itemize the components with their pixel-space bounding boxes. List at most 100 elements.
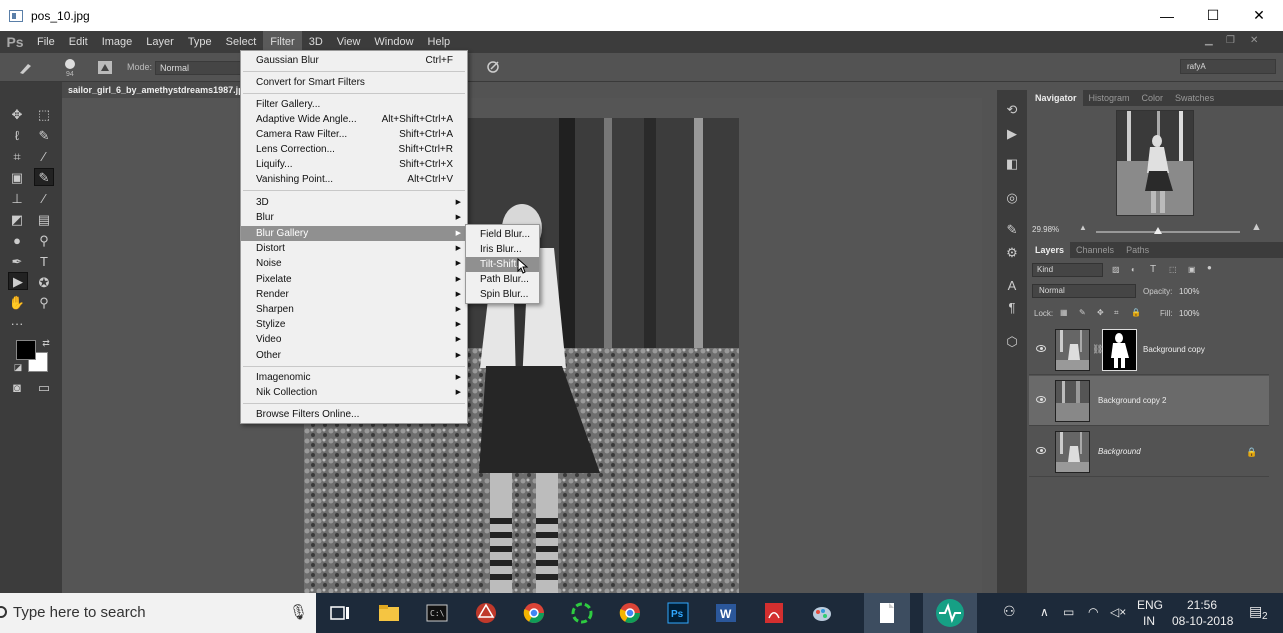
blend-mode-select[interactable]: Normal <box>1032 284 1136 298</box>
doc-minimize-icon[interactable]: ▁ <box>1205 35 1213 46</box>
brush-settings-panel-icon[interactable]: ✎ <box>1004 222 1020 238</box>
wifi-icon[interactable]: ◠ <box>1088 605 1098 619</box>
lasso-tool-icon[interactable]: ℓ <box>7 127 27 145</box>
tab-color[interactable]: Color <box>1136 90 1170 106</box>
menu-item-blur-gallery[interactable]: Blur Gallery ▶ <box>241 226 467 241</box>
filter-adjustment-icon[interactable]: ◐ <box>1131 265 1136 274</box>
minimize-button[interactable]: — <box>1144 0 1190 31</box>
brush-tool-icon[interactable]: ✎ <box>34 168 54 186</box>
language-indicator[interactable]: ENG <box>1137 598 1163 612</box>
menu-item-render[interactable]: Render ▶ <box>241 287 467 302</box>
layer-name[interactable]: Background copy 2 <box>1098 396 1167 405</box>
layer-thumbnail[interactable] <box>1055 380 1090 422</box>
clone-stamp-tool-icon[interactable]: ⊥ <box>7 190 27 208</box>
filter-toggle-icon[interactable]: ● <box>1207 263 1212 272</box>
menu-item-gaussian-blur[interactable]: Gaussian Blur Ctrl+F <box>241 53 467 68</box>
menu-edit[interactable]: Edit <box>62 31 95 53</box>
menu-layer[interactable]: Layer <box>139 31 181 53</box>
battery-icon[interactable]: ▭ <box>1063 605 1074 619</box>
more-tools-icon[interactable]: ··· <box>7 315 27 333</box>
lock-artboard-icon[interactable]: ⌗ <box>1114 308 1119 318</box>
brush-preset-icon[interactable] <box>62 58 78 72</box>
close-button[interactable]: ✕ <box>1236 0 1282 31</box>
pen-tool-icon[interactable]: ✒ <box>7 253 27 271</box>
filter-pixel-icon[interactable]: ▨ <box>1112 265 1120 274</box>
task-view-icon[interactable] <box>328 601 352 625</box>
crop-tool-icon[interactable]: ⌗ <box>7 148 27 166</box>
filter-shape-icon[interactable]: ⬚ <box>1169 265 1177 274</box>
maximize-button[interactable]: ☐ <box>1190 0 1236 31</box>
refresh-app-icon[interactable] <box>570 601 594 625</box>
layer-thumbnail[interactable] <box>1055 431 1090 473</box>
lock-all-icon[interactable]: 🔒 <box>1131 308 1141 317</box>
command-prompt-icon[interactable]: C:\ <box>425 601 449 625</box>
region-indicator[interactable]: IN <box>1143 614 1155 628</box>
eraser-tool-icon[interactable]: ◩ <box>7 211 27 229</box>
navigator-preview[interactable] <box>1116 110 1194 216</box>
path-selection-tool-icon[interactable]: ▶ <box>8 272 28 290</box>
type-tool-icon[interactable]: T <box>34 253 54 271</box>
menu-item-browse-filters-online[interactable]: Browse Filters Online... <box>241 407 467 422</box>
zoom-out-icon[interactable]: ▲ <box>1079 223 1087 232</box>
shape-tool-icon[interactable]: ✪ <box>34 274 54 292</box>
visibility-eye-icon[interactable] <box>1036 447 1046 454</box>
menu-item-sharpen[interactable]: Sharpen ▶ <box>241 302 467 317</box>
menu-item-distort[interactable]: Distort ▶ <box>241 241 467 256</box>
history-brush-tool-icon[interactable]: ⁄ <box>34 190 54 208</box>
action-center-icon[interactable]: ▤ <box>1249 603 1262 620</box>
brush-presets-icon[interactable]: ⚙ <box>1004 245 1020 261</box>
menu-item-video[interactable]: Video ▶ <box>241 332 467 347</box>
layer-row[interactable]: Background copy 2 <box>1029 376 1269 426</box>
menu-item-convert-smart-filters[interactable]: Convert for Smart Filters <box>241 75 467 90</box>
menu-item-liquify[interactable]: Liquify... Shift+Ctrl+X <box>241 157 467 172</box>
file-explorer-icon[interactable] <box>377 601 401 625</box>
navigator-zoom-value[interactable]: 29.98% <box>1032 225 1059 234</box>
menu-item-3d[interactable]: 3D ▶ <box>241 195 467 210</box>
fill-value[interactable]: 100% <box>1179 309 1199 318</box>
visibility-eye-icon[interactable] <box>1036 345 1046 352</box>
paragraph-panel-icon[interactable]: ¶ <box>1004 300 1020 316</box>
menu-item-adaptive-wide-angle[interactable]: Adaptive Wide Angle... Alt+Shift+Ctrl+A <box>241 112 467 127</box>
blur-tool-icon[interactable]: ● <box>7 232 27 250</box>
layer-row[interactable]: ⛓ Background copy <box>1029 325 1269 375</box>
photoshop-taskbar-icon[interactable]: Ps <box>666 601 690 625</box>
dodge-tool-icon[interactable]: ⚲ <box>34 232 54 250</box>
tab-histogram[interactable]: Histogram <box>1083 90 1136 106</box>
notepad-icon[interactable] <box>875 601 899 625</box>
menu-item-pixelate[interactable]: Pixelate ▶ <box>241 272 467 287</box>
swap-colors-icon[interactable]: ⇄ <box>36 334 56 352</box>
network-app-icon[interactable] <box>474 601 498 625</box>
submenu-item-spin-blur[interactable]: Spin Blur... <box>466 287 539 302</box>
mode-select[interactable]: Normal <box>155 61 243 75</box>
people-icon[interactable]: ⚇ <box>1003 603 1016 620</box>
eyedropper-tool-icon[interactable]: ⁄ <box>34 148 54 166</box>
screen-mode-icon[interactable]: ▭ <box>34 379 54 397</box>
menu-item-nik-collection[interactable]: Nik Collection ▶ <box>241 385 467 400</box>
foreground-color-swatch[interactable] <box>16 340 36 360</box>
tab-paths[interactable]: Paths <box>1120 242 1155 258</box>
visibility-eye-icon[interactable] <box>1036 396 1046 403</box>
submenu-item-path-blur[interactable]: Path Blur... <box>466 272 539 287</box>
tab-swatches[interactable]: Swatches <box>1169 90 1220 106</box>
acrobat-icon[interactable] <box>762 601 786 625</box>
filter-type-icon[interactable]: T <box>1150 264 1156 275</box>
menu-item-vanishing-point[interactable]: Vanishing Point... Alt+Ctrl+V <box>241 172 467 187</box>
menu-item-imagenomic[interactable]: Imagenomic ▶ <box>241 370 467 385</box>
layer-name[interactable]: Background <box>1098 447 1141 456</box>
menu-item-blur[interactable]: Blur ▶ <box>241 210 467 225</box>
marquee-tool-icon[interactable]: ⬚ <box>34 106 54 124</box>
quick-mask-icon[interactable]: ◙ <box>7 379 27 397</box>
lock-transparent-icon[interactable]: ▦ <box>1060 308 1068 317</box>
menu-item-noise[interactable]: Noise ▶ <box>241 256 467 271</box>
clock-time[interactable]: 21:56 <box>1187 598 1217 612</box>
chrome-profile-icon[interactable] <box>618 601 642 625</box>
navigator-zoom-knob[interactable] <box>1154 227 1162 234</box>
adjustments-icon[interactable]: ◎ <box>1004 190 1020 206</box>
layer-row[interactable]: Background 🔒 <box>1029 427 1269 477</box>
doc-restore-icon[interactable]: ❐ <box>1226 35 1235 46</box>
paint-icon[interactable] <box>810 601 834 625</box>
clock-date[interactable]: 08-10-2018 <box>1172 614 1233 628</box>
lock-image-icon[interactable]: ✎ <box>1079 308 1086 317</box>
activity-monitor-icon[interactable] <box>935 598 965 628</box>
brush-tool-icon[interactable] <box>18 61 34 75</box>
